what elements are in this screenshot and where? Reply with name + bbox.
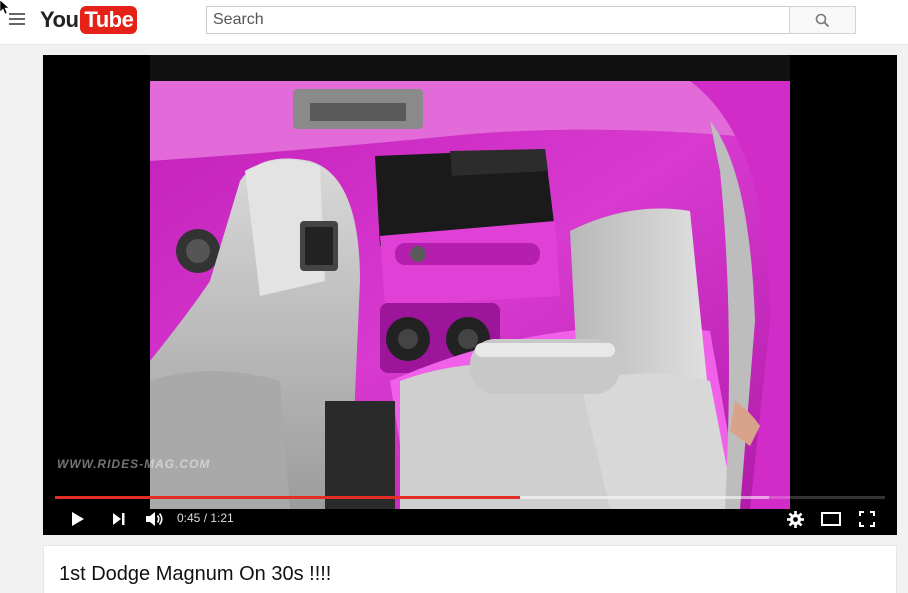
masthead: You Tube — [0, 0, 908, 45]
video-title: 1st Dodge Magnum On 30s !!!! — [59, 563, 332, 585]
fullscreen-button[interactable] — [853, 503, 881, 535]
video-info-card: 1st Dodge Magnum On 30s !!!! — [43, 545, 897, 593]
video-frame[interactable] — [150, 81, 790, 509]
logo-you-text: You — [40, 7, 79, 32]
settings-icon — [786, 510, 804, 528]
menu-icon[interactable] — [9, 13, 25, 27]
search-icon — [815, 13, 830, 27]
next-icon — [113, 513, 125, 525]
youtube-logo[interactable]: You Tube — [40, 5, 138, 35]
video-letterbox-top — [150, 55, 790, 81]
cursor-icon — [0, 0, 10, 14]
progress-bar[interactable] — [55, 496, 885, 499]
theater-mode-button[interactable] — [817, 503, 845, 535]
progress-played — [55, 496, 520, 499]
time-display: 0:45 / 1:21 — [177, 511, 234, 525]
player-controls: 0:45 / 1:21 — [43, 503, 897, 535]
search-button[interactable] — [789, 6, 856, 34]
play-button[interactable] — [63, 503, 93, 535]
search-input[interactable] — [207, 7, 789, 33]
video-watermark: WWW.RIDES-MAG.COM — [57, 457, 211, 471]
settings-button[interactable] — [781, 503, 809, 535]
search-box[interactable] — [206, 6, 790, 34]
theater-mode-icon — [821, 512, 841, 526]
play-icon — [72, 512, 84, 526]
volume-button[interactable] — [141, 503, 169, 535]
video-still-image — [150, 81, 790, 509]
next-button[interactable] — [105, 503, 133, 535]
video-player[interactable]: WWW.RIDES-MAG.COM 0:45 / 1:21 — [43, 55, 897, 535]
fullscreen-icon — [859, 511, 875, 527]
volume-icon — [146, 512, 163, 526]
logo-tube-text: Tube — [80, 6, 138, 34]
